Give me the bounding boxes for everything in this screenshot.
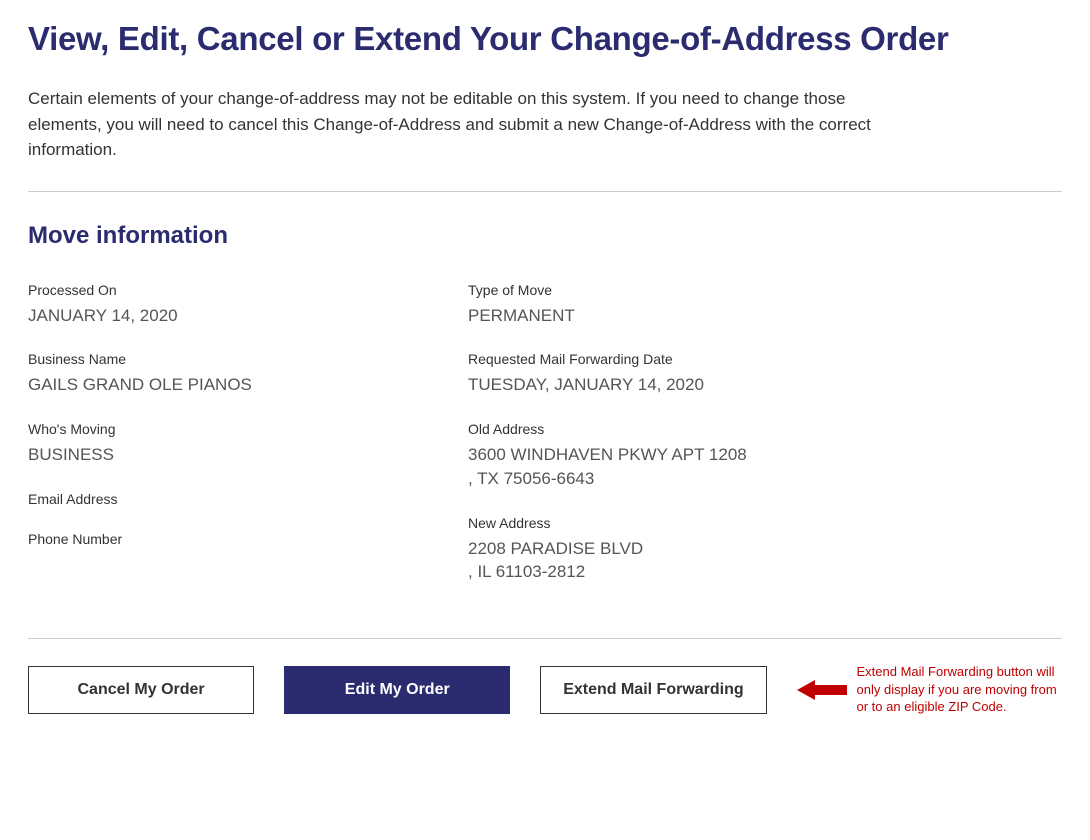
cancel-button[interactable]: Cancel My Order	[28, 666, 254, 714]
value-business-name: GAILS GRAND OLE PIANOS	[28, 373, 408, 397]
edit-button[interactable]: Edit My Order	[284, 666, 510, 714]
label-type-of-move: Type of Move	[468, 282, 848, 298]
button-row: Cancel My Order Edit My Order Extend Mai…	[28, 663, 1062, 716]
field-phone: Phone Number	[28, 531, 408, 547]
label-whos-moving: Who's Moving	[28, 421, 408, 437]
label-new-address: New Address	[468, 515, 848, 531]
intro-text: Certain elements of your change-of-addre…	[28, 86, 878, 163]
field-whos-moving: Who's Moving BUSINESS	[28, 421, 408, 467]
right-column: Type of Move PERMANENT Requested Mail Fo…	[468, 282, 848, 609]
annotation: Extend Mail Forwarding button will only …	[797, 663, 1062, 716]
field-processed-on: Processed On JANUARY 14, 2020	[28, 282, 408, 328]
value-type-of-move: PERMANENT	[468, 304, 848, 328]
label-business-name: Business Name	[28, 351, 408, 367]
value-forwarding-date: TUESDAY, JANUARY 14, 2020	[468, 373, 848, 397]
value-new-address: 2208 PARADISE BLVD , IL 61103-2812	[468, 537, 848, 585]
label-phone: Phone Number	[28, 531, 408, 547]
value-processed-on: JANUARY 14, 2020	[28, 304, 408, 328]
annotation-text: Extend Mail Forwarding button will only …	[857, 663, 1062, 716]
bottom-divider	[28, 638, 1062, 639]
value-old-address: 3600 WINDHAVEN PKWY APT 1208 , TX 75056-…	[468, 443, 848, 491]
section-title: Move information	[28, 222, 1062, 250]
left-column: Processed On JANUARY 14, 2020 Business N…	[28, 282, 408, 609]
field-forwarding-date: Requested Mail Forwarding Date TUESDAY, …	[468, 351, 848, 397]
label-forwarding-date: Requested Mail Forwarding Date	[468, 351, 848, 367]
field-type-of-move: Type of Move PERMANENT	[468, 282, 848, 328]
label-email: Email Address	[28, 491, 408, 507]
page-title: View, Edit, Cancel or Extend Your Change…	[28, 20, 1062, 58]
field-email: Email Address	[28, 491, 408, 507]
section-divider	[28, 191, 1062, 192]
arrow-left-icon	[797, 678, 847, 702]
field-business-name: Business Name GAILS GRAND OLE PIANOS	[28, 351, 408, 397]
field-new-address: New Address 2208 PARADISE BLVD , IL 6110…	[468, 515, 848, 585]
label-old-address: Old Address	[468, 421, 848, 437]
value-whos-moving: BUSINESS	[28, 443, 408, 467]
label-processed-on: Processed On	[28, 282, 408, 298]
move-info-grid: Processed On JANUARY 14, 2020 Business N…	[28, 282, 1062, 609]
field-old-address: Old Address 3600 WINDHAVEN PKWY APT 1208…	[468, 421, 848, 491]
extend-button[interactable]: Extend Mail Forwarding	[540, 666, 766, 714]
